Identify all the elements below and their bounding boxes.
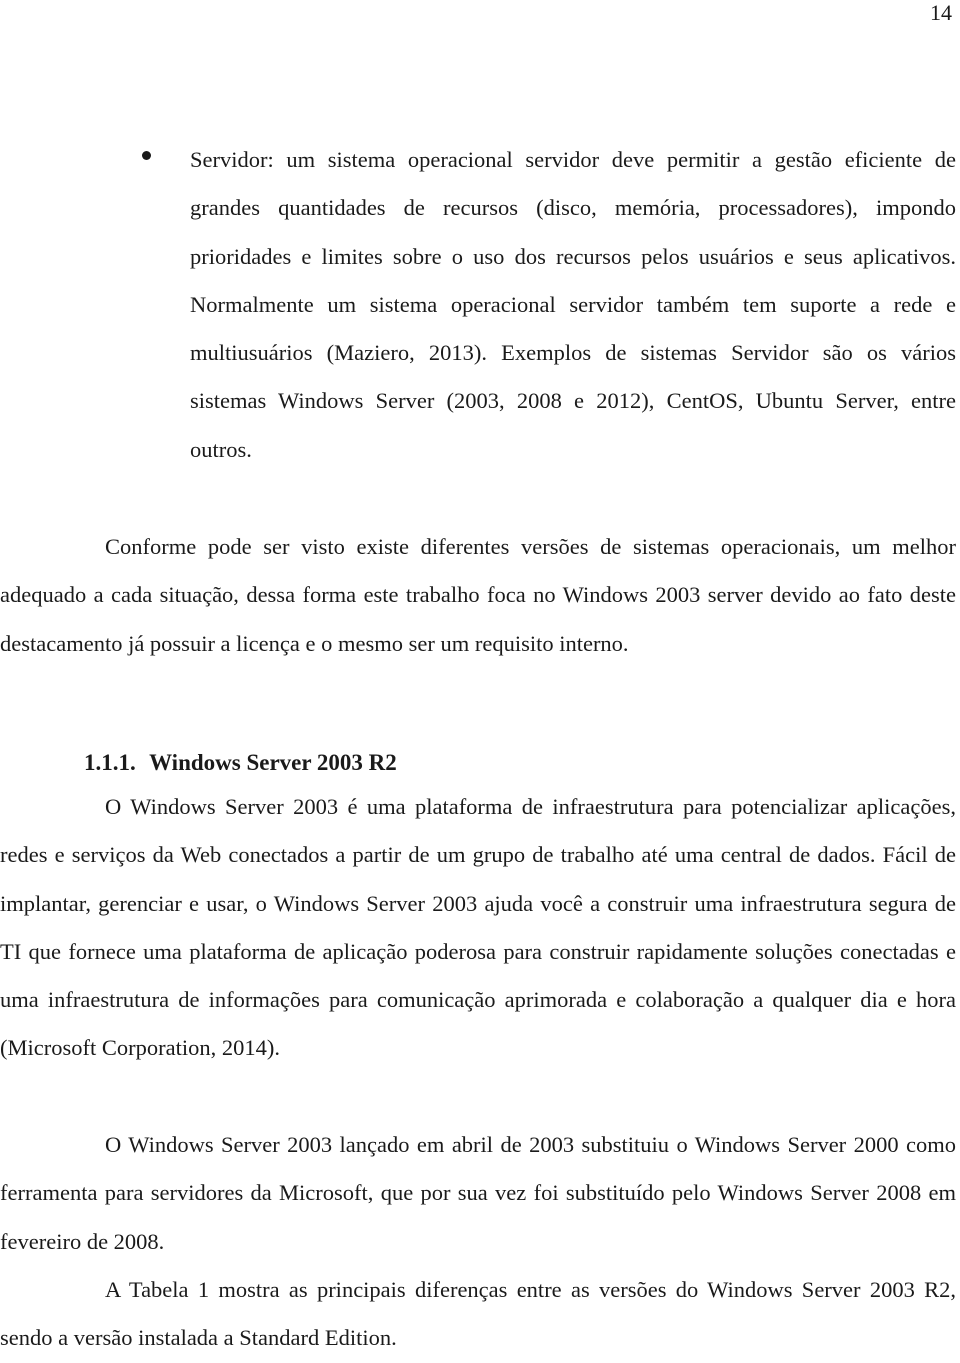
bullet-item-servidor: Servidor: um sistema operacional servido… [190,147,956,462]
bullet-icon [142,151,151,160]
page-number: 14 [930,0,952,25]
paragraph-tabela-ref: A Tabela 1 mostra as principais diferenç… [0,1277,956,1351]
section-number: 1.1.1. [84,750,136,775]
paragraph-ws2003-history: O Windows Server 2003 lançado em abril d… [0,1132,956,1254]
section-title: Windows Server 2003 R2 [149,750,397,775]
paragraph-conforme: Conforme pode ser visto existe diferente… [0,534,956,656]
paragraph-ws2003-intro: O Windows Server 2003 é uma plataforma d… [0,794,956,1061]
section-heading: 1.1.1. Windows Server 2003 R2 [84,750,397,776]
